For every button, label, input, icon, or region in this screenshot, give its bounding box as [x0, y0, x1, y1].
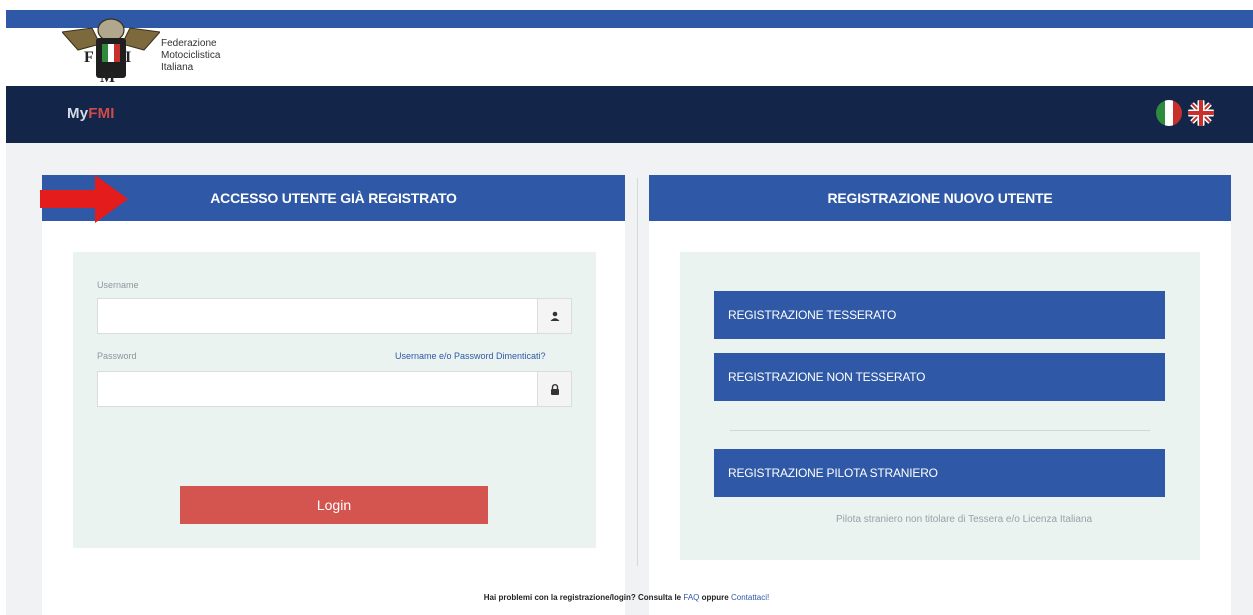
org-name-line: Motociclistica [161, 50, 221, 61]
register-foreign-rider-button[interactable]: REGISTRAZIONE PILOTA STRANIERO [714, 449, 1165, 497]
username-label: Username [97, 280, 139, 290]
svg-text:I: I [125, 49, 131, 66]
help-footer: Hai problemi con la registrazione/login?… [0, 593, 1253, 602]
register-member-button[interactable]: REGISTRAZIONE TESSERATO [714, 291, 1165, 339]
foreign-rider-note: Pilota straniero non titolare di Tessera… [836, 514, 1093, 525]
app-brand-accent: FMI [88, 105, 115, 122]
contact-link[interactable]: Contattaci! [731, 593, 769, 602]
forgot-credentials-link[interactable]: Username e/o Password Dimenticati? [395, 351, 546, 361]
password-input[interactable] [98, 372, 537, 406]
register-non-member-button[interactable]: REGISTRAZIONE NON TESSERATO [714, 353, 1165, 401]
top-strip [6, 10, 1253, 28]
brand-bar: F I M Federazione Motociclistica Italian… [6, 18, 1253, 86]
fmi-logo[interactable]: F I M [61, 10, 161, 88]
username-field [97, 298, 572, 334]
password-label: Password [97, 351, 137, 361]
help-or-text: oppure [701, 593, 729, 602]
help-text: Hai problemi con la registrazione/login?… [483, 593, 682, 602]
register-separator [730, 430, 1150, 431]
login-button[interactable]: Login [180, 486, 488, 524]
app-brand[interactable]: MyFMI [67, 105, 115, 122]
user-icon [537, 299, 571, 333]
register-panel-header: REGISTRAZIONE NUOVO UTENTE [649, 175, 1231, 221]
red-arrow-annotation-icon [40, 175, 128, 223]
svg-text:F: F [84, 49, 94, 66]
faq-link[interactable]: FAQ [683, 593, 699, 602]
app-brand-prefix: My [67, 105, 89, 122]
italy-flag-icon[interactable] [1156, 100, 1182, 126]
org-name: Federazione Motociclistica Italiana [161, 38, 220, 74]
svg-text:M: M [100, 69, 115, 86]
navbar: MyFMI [6, 86, 1253, 143]
uk-flag-icon[interactable] [1188, 100, 1214, 126]
lock-icon [537, 372, 571, 406]
org-name-line: Italiana [161, 62, 194, 73]
password-field [97, 371, 572, 407]
panel-divider [637, 178, 638, 566]
username-input[interactable] [98, 299, 537, 333]
org-name-line: Federazione [161, 38, 217, 49]
